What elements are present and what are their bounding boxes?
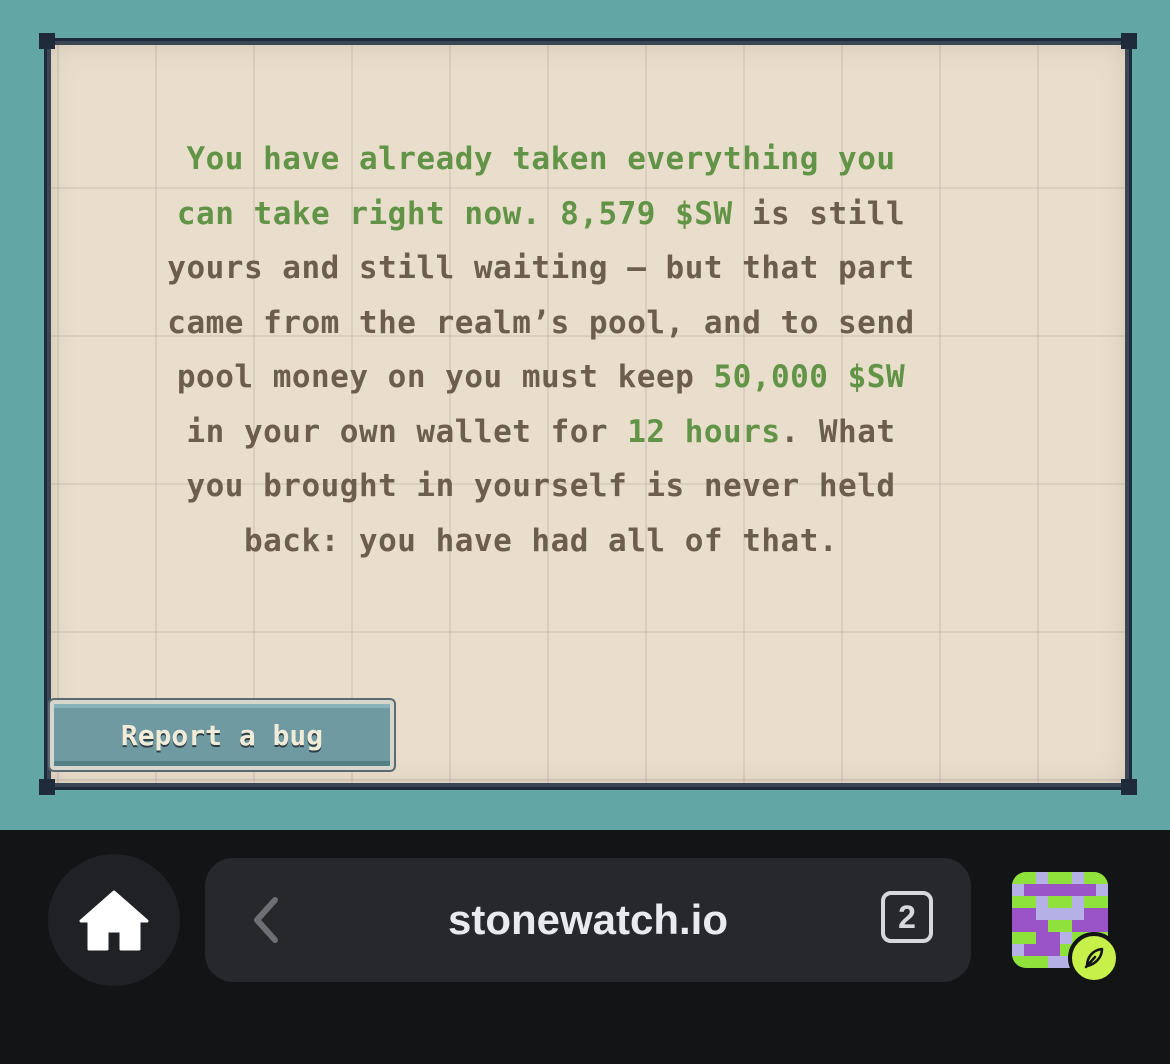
message-duration: 12 hours (627, 413, 781, 450)
game-viewport: You have already taken everything you ca… (0, 0, 1170, 830)
message-segment: in your own wallet for (186, 413, 628, 450)
report-bug-button[interactable]: Report a bug (50, 700, 394, 770)
panel-corner (1121, 33, 1137, 49)
tab-count-button[interactable]: 2 (881, 891, 933, 943)
feather-icon (1084, 947, 1104, 969)
address-bar[interactable]: stonewatch.io 2 (205, 858, 971, 982)
status-message: You have already taken everything you ca… (150, 132, 932, 568)
avatar-badge (1068, 932, 1120, 984)
app-root: You have already taken everything you ca… (0, 0, 1170, 1064)
panel-corner (1121, 779, 1137, 795)
panel-corner (39, 779, 55, 795)
browser-toolbar: stonewatch.io 2 (0, 830, 1170, 1064)
panel-corner (39, 33, 55, 49)
home-icon (79, 890, 149, 951)
message-amount-highlight: 8,579 $SW (560, 195, 733, 232)
home-button[interactable] (48, 854, 180, 986)
report-bug-label: Report a bug (120, 718, 324, 752)
url-text[interactable]: stonewatch.io (205, 858, 971, 982)
message-required-amount: 50,000 $SW (713, 359, 906, 395)
